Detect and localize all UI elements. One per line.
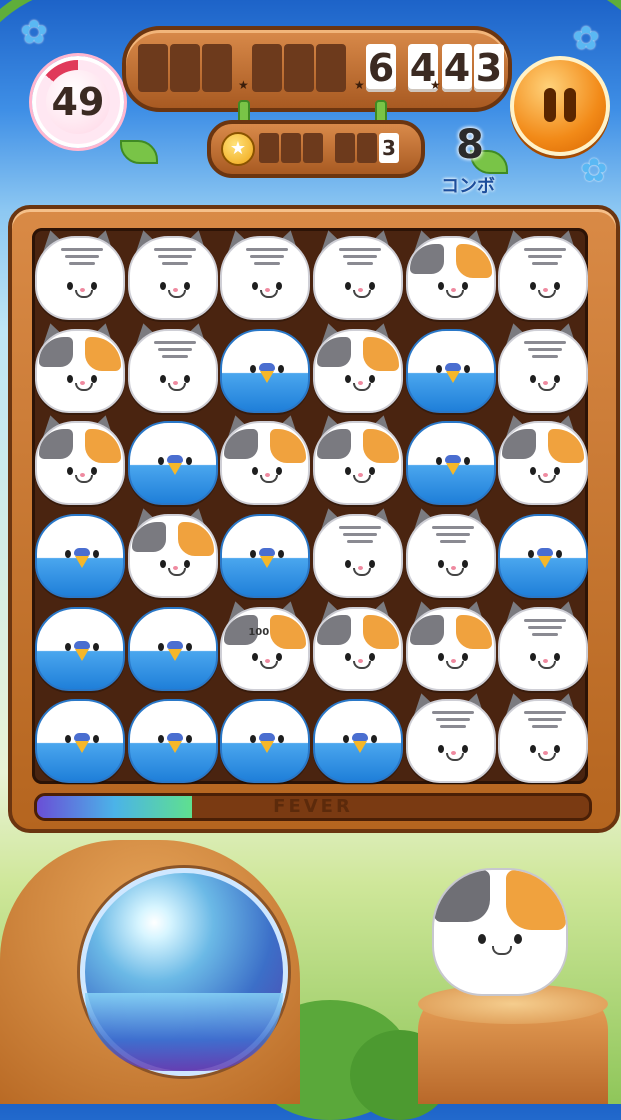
digit-separator-icon: ★ (354, 78, 365, 92)
white-tiger-cat-tile[interactable] (126, 319, 218, 413)
fever-gauge: FEVER (34, 793, 592, 821)
budgie-tile[interactable] (33, 508, 125, 598)
budgie-tile[interactable] (126, 693, 218, 784)
white-tiger-cat-tile[interactable] (404, 690, 496, 784)
score-digit (316, 44, 346, 92)
white-tiger-cat-tile[interactable] (496, 226, 589, 320)
fever-label: FEVER (273, 796, 353, 817)
score-digit: 3 (474, 44, 504, 92)
score-digit (252, 44, 282, 92)
calico-cat-tile[interactable] (33, 319, 125, 413)
star-coin-icon: ★ (221, 132, 255, 166)
coin-digit (281, 133, 301, 163)
score-digit (138, 44, 168, 92)
calico-cat-tile[interactable] (404, 597, 496, 691)
budgie-tile[interactable] (404, 323, 496, 413)
white-tiger-cat-tile[interactable] (311, 226, 403, 320)
skill-orb[interactable] (80, 868, 288, 1076)
coin-counter: ★ 3 (207, 120, 425, 178)
calico-cat-tile[interactable]: 100 (218, 597, 311, 691)
budgie-tile[interactable] (311, 693, 403, 784)
score-digit (202, 44, 232, 92)
blue-flower-icon: ✿ (572, 19, 600, 57)
calico-cat-mascot (432, 868, 568, 996)
calico-cat-tile[interactable] (404, 226, 496, 320)
score-digit: 6 (366, 44, 396, 92)
calico-cat-tile[interactable] (311, 412, 403, 506)
budgie-tile[interactable] (218, 323, 311, 413)
score-digit (284, 44, 314, 92)
score-popup: 100 (248, 626, 270, 638)
score-board: 6 4 4 3 ★ ★ ★ (122, 26, 512, 112)
digit-separator-icon: ★ (430, 78, 441, 92)
score-digit: 4 (442, 44, 472, 92)
blue-flower-icon: ✿ (580, 151, 608, 189)
budgie-tile[interactable] (126, 415, 218, 506)
budgie-tile[interactable] (218, 693, 311, 784)
budgie-tile[interactable] (126, 601, 218, 691)
pause-icon (564, 88, 576, 122)
pause-button[interactable] (510, 56, 610, 156)
white-tiger-cat-tile[interactable] (126, 226, 218, 320)
white-tiger-cat-tile[interactable] (311, 504, 403, 598)
coin-digit (357, 133, 377, 163)
coin-digit (259, 133, 279, 163)
puzzle-board[interactable]: 100 (32, 226, 589, 784)
pause-icon (544, 88, 556, 122)
digit-separator-icon: ★ (238, 78, 249, 92)
combo-label: コンボ (441, 176, 495, 197)
white-tiger-cat-tile[interactable] (33, 226, 125, 320)
calico-cat-tile[interactable] (33, 412, 125, 506)
white-tiger-cat-tile[interactable] (496, 319, 589, 413)
score-digit (170, 44, 200, 92)
white-tiger-cat-tile[interactable] (496, 597, 589, 691)
budgie-tile[interactable] (404, 415, 496, 506)
blue-flower-icon: ✿ (20, 13, 48, 51)
calico-cat-tile[interactable] (218, 412, 311, 506)
white-tiger-cat-tile[interactable] (404, 504, 496, 598)
coin-digit: 3 (379, 133, 399, 163)
calico-cat-tile[interactable] (311, 597, 403, 691)
budgie-tile[interactable] (218, 508, 311, 598)
calico-cat-tile[interactable] (126, 504, 218, 598)
white-tiger-cat-tile[interactable] (496, 690, 589, 784)
white-tiger-cat-tile[interactable] (218, 226, 311, 320)
coin-digit (303, 133, 323, 163)
timer-dial: 49 (32, 56, 124, 148)
calico-cat-tile[interactable] (496, 412, 589, 506)
calico-cat-tile[interactable] (311, 319, 403, 413)
budgie-tile[interactable] (33, 601, 125, 691)
leaf-decoration (120, 140, 158, 164)
budgie-tile[interactable] (496, 508, 589, 598)
budgie-tile[interactable] (33, 693, 125, 784)
coin-digit (335, 133, 355, 163)
combo-count: 8 (456, 122, 484, 168)
timer-value: 49 (46, 70, 110, 134)
